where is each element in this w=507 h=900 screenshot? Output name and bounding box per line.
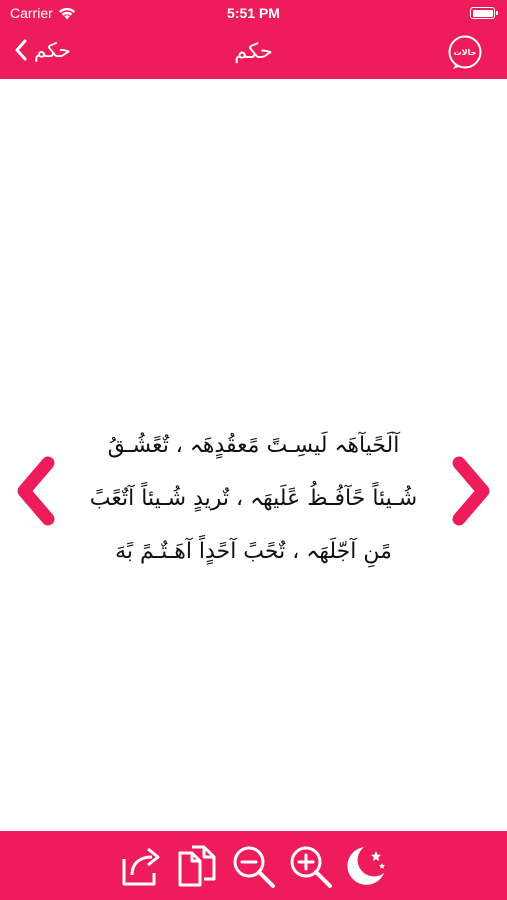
previous-quote-button[interactable]: [12, 451, 62, 531]
zoom-in-icon: [290, 846, 332, 888]
quote-line: شُـيئاً حًآفُـظُ عًلَيهَہ ، تٌريدٍ شُـيئ…: [89, 486, 418, 511]
zoom-out-button[interactable]: [230, 843, 276, 889]
chat-bubble-logo-icon: حالات: [448, 35, 482, 69]
page-title: حكم: [234, 39, 273, 63]
zoom-in-button[interactable]: [287, 843, 333, 889]
share-icon: [122, 847, 160, 886]
share-button[interactable]: [118, 843, 164, 889]
battery-icon: [470, 7, 498, 19]
chevron-left-icon: [17, 456, 55, 526]
status-bar: Carrier 5:51 PM: [0, 0, 507, 28]
quote-text: آلَحًيآهَہ لَيسِـتً مًعقُدٍهَہ ، تٌعًشُـ…: [60, 419, 447, 578]
navigation-bar: حكم حكم حالات: [0, 28, 507, 79]
chevron-right-icon: [452, 456, 490, 526]
app-logo-button[interactable]: حالات: [447, 35, 483, 71]
night-mode-button[interactable]: [342, 843, 388, 889]
status-time: 5:51 PM: [227, 5, 280, 21]
copy-icon: [178, 845, 216, 887]
app-logo-text: حالات: [454, 48, 477, 57]
next-quote-button[interactable]: [445, 451, 495, 531]
copy-button[interactable]: [174, 843, 220, 889]
top-bar: Carrier 5:51 PM حكم حكم حالات: [0, 0, 507, 79]
quote-content-area: آلَحًيآهَہ لَيسِـتً مًعقُدٍهَہ ، تٌعًشُـ…: [0, 79, 507, 831]
zoom-out-icon: [233, 846, 275, 888]
quote-line: مًنِ آجّلَهَہ ، تٌحًبً آحًدٍاً آهَـتٌـمً…: [115, 539, 392, 564]
quote-line: آلَحًيآهَہ لَيسِـتً مًعقُدٍهَہ ، تٌعًشُـ…: [107, 433, 400, 458]
bottom-toolbar: [0, 831, 507, 900]
moon-stars-icon: [347, 847, 385, 885]
